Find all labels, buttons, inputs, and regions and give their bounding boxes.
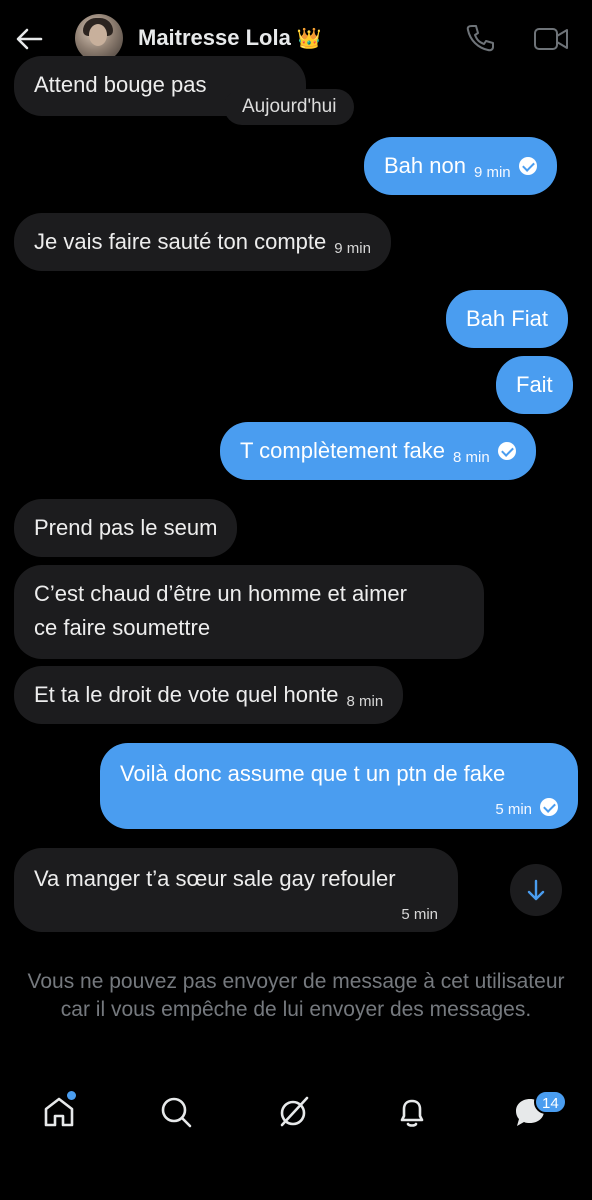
message-received[interactable]: Et ta le droit de vote quel honte 8 min bbox=[14, 666, 404, 724]
message-time: 9 min bbox=[473, 164, 511, 181]
grok-icon[interactable] bbox=[276, 1094, 312, 1130]
date-separator: Aujourd'hui bbox=[224, 89, 355, 125]
crown-emoji: 👑 bbox=[296, 28, 322, 50]
read-check-icon bbox=[518, 157, 537, 175]
message-received[interactable]: C’est chaud d’être un homme et aimer ce … bbox=[14, 565, 484, 659]
search-icon[interactable] bbox=[158, 1094, 194, 1130]
avatar[interactable] bbox=[75, 14, 123, 62]
message-received[interactable]: Va manger t’a sœur sale gay refouler 5 m… bbox=[14, 848, 458, 932]
home-notification-dot bbox=[67, 1091, 76, 1100]
message-time: 8 min bbox=[453, 449, 490, 466]
phone-icon[interactable] bbox=[464, 22, 496, 54]
notifications-icon[interactable] bbox=[394, 1094, 430, 1130]
read-check-icon bbox=[540, 798, 558, 816]
message-sent[interactable]: Bah Fiat bbox=[446, 290, 568, 348]
message-sent[interactable]: Bah non 9 min bbox=[364, 137, 557, 195]
message-time: 9 min bbox=[334, 240, 371, 257]
message-time: 5 min bbox=[495, 801, 532, 818]
message-received[interactable]: Je vais faire sauté ton compte 9 min bbox=[14, 213, 391, 271]
message-sent[interactable]: T complètement fake 8 min bbox=[220, 422, 536, 480]
contact-name[interactable]: Maitresse Lola 👑 bbox=[138, 25, 322, 51]
message-time: 5 min bbox=[401, 906, 438, 923]
read-check-icon bbox=[497, 442, 516, 460]
message-received[interactable]: Prend pas le seum bbox=[14, 499, 238, 557]
message-sent[interactable]: Voilà donc assume que t un ptn de fake 5… bbox=[100, 743, 578, 829]
blocked-notice: Vous ne pouvez pas envoyer de message à … bbox=[27, 970, 565, 1021]
back-arrow-icon[interactable] bbox=[14, 24, 44, 54]
arrow-down-icon bbox=[527, 879, 545, 901]
scroll-to-bottom-button[interactable] bbox=[510, 864, 562, 916]
message-time: 8 min bbox=[346, 693, 384, 710]
messages-badge: 14 bbox=[534, 1090, 567, 1114]
message-sent[interactable]: Fait bbox=[496, 356, 573, 414]
video-icon[interactable] bbox=[533, 24, 569, 54]
